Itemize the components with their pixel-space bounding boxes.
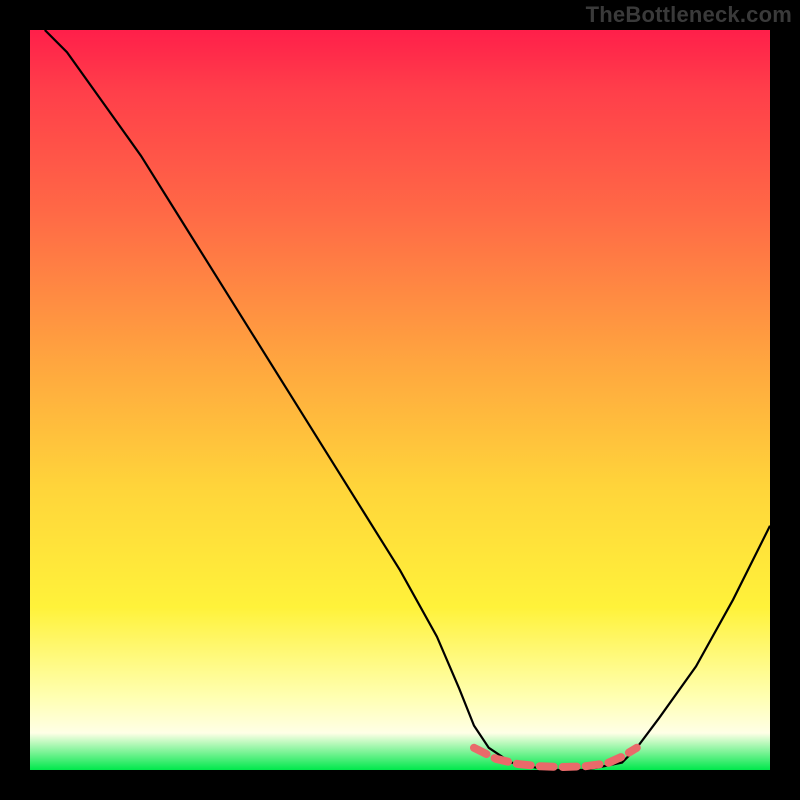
optimal-band [474, 748, 637, 767]
bottleneck-curve [45, 30, 770, 770]
watermark-text: TheBottleneck.com [586, 2, 792, 28]
plot-area [30, 30, 770, 770]
curve-svg [30, 30, 770, 770]
chart-frame: TheBottleneck.com [0, 0, 800, 800]
